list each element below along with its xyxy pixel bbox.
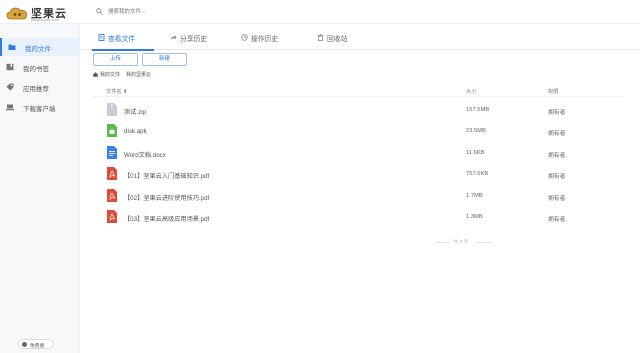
table-row[interactable]: 【01】坚果云入门基础知识.pdf 757.6KB 拥有者 [93,164,623,185]
app-subtitle: jianguoyun.com [31,17,60,22]
file-size: 757.6KB [466,171,489,177]
file-permission: 拥有者 [548,174,566,180]
file-name[interactable]: 【01】坚果云入门基础知识.pdf [124,171,209,180]
sidebar-item-recommended-apps[interactable]: 应用推荐 [0,78,80,96]
file-size: 23.5MB [466,128,486,134]
search-bar[interactable] [96,6,256,18]
file-size: 157.5MB [466,107,490,113]
folder-icon [8,44,16,50]
breadcrumb-root[interactable]: 我的文件 [100,72,120,78]
table-row[interactable]: 【02】坚果云进阶使用技巧.pdf 1.7MB 拥有者 [93,186,623,207]
cloud-logo-icon [6,7,27,20]
laptop-icon [6,104,14,111]
sidebar-item-label: 下载客户端 [23,106,56,113]
item-count: 共 6 项 [453,240,469,245]
sidebar-item-label: 应用推荐 [23,86,49,93]
file-permission: 拥有者 [548,131,566,137]
top-bar: 坚果云 jianguoyun.com [0,0,640,24]
word-file-icon [107,146,117,159]
table-row[interactable]: 【03】坚果云高级应用场景.pdf 1.3MB 拥有者 [93,207,623,228]
apk-file-icon [107,124,117,137]
sidebar-item-label: 我的文件 [25,46,51,53]
bookmark-icon [6,63,14,71]
table-row[interactable]: disk.apk 23.5MB 拥有者 [93,121,623,142]
table-row[interactable]: Word文档.docx 11.6KB 拥有者 [93,143,623,164]
file-size: 1.7MB [466,193,483,199]
breadcrumb: 我的文件 我的坚果云 [93,71,151,79]
pdf-file-icon [107,189,117,202]
clock-icon [241,34,248,41]
home-icon[interactable] [93,71,98,77]
column-header-permission[interactable]: 权限 [548,88,558,95]
file-name[interactable]: disk.apk [124,128,147,135]
file-name[interactable]: 测试.zip [124,107,146,116]
share-arrow-icon [171,35,177,40]
file-name[interactable]: 【02】坚果云进阶使用技巧.pdf [124,193,209,202]
user-account-button[interactable]: 免费版 [18,339,54,349]
file-name[interactable]: Word文档.docx [124,150,166,159]
file-table-header: 文件名 ⬍ 大小 权限 [93,85,623,97]
new-button[interactable]: 新建 [142,53,187,66]
tab-label: 分享历史 [180,36,208,43]
sidebar-item-my-files[interactable]: 我的文件 [0,38,80,56]
sidebar-item-label: 我的书签 [23,66,49,73]
tab-label: 回收站 [327,36,348,43]
table-row[interactable]: 测试.zip 157.5MB 拥有者 [93,100,623,121]
tab-share-history[interactable]: 分享历史 [170,28,220,50]
file-permission: 拥有者 [548,110,566,116]
breadcrumb-current[interactable]: 我的坚果云 [126,72,151,78]
sidebar-item-download-client[interactable]: 下载客户端 [0,98,80,116]
file-name[interactable]: 【03】坚果云高级应用场景.pdf [124,214,209,223]
tab-label: 查看文件 [108,36,136,43]
search-icon[interactable] [96,8,103,15]
sidebar: 我的文件 我的书签 应用推荐 下载客户端 免费版 [0,24,80,353]
file-icon [98,34,105,41]
app-logo[interactable]: 坚果云 jianguoyun.com [6,2,78,24]
pdf-file-icon [107,210,117,223]
tab-recycle-bin[interactable]: 回收站 [317,28,357,50]
trash-icon [317,34,324,41]
tag-icon [6,83,14,91]
upload-button[interactable]: 上传 [93,53,138,66]
column-header-name[interactable]: 文件名 ⬍ [106,88,127,95]
footer-divider [476,242,492,243]
user-plan-label: 免费版 [30,343,45,349]
avatar [22,342,27,347]
file-permission: 拥有者 [548,153,566,159]
tab-operation-history[interactable]: 操作历史 [241,28,291,50]
file-size: 1.3MB [466,214,483,220]
file-size: 11.6KB [466,150,485,156]
tab-label: 操作历史 [251,36,279,43]
tab-view-files[interactable]: 查看文件 [92,28,154,51]
zip-file-icon [107,103,117,116]
pdf-file-icon [107,167,117,180]
column-header-size[interactable]: 大小 [466,88,476,95]
tab-bar: 查看文件 分享历史 操作历史 回收站 [80,28,640,51]
file-permission: 拥有者 [548,217,566,223]
file-permission: 拥有者 [548,196,566,202]
search-input[interactable] [108,6,248,18]
sidebar-item-bookmarks[interactable]: 我的书签 [0,58,80,76]
